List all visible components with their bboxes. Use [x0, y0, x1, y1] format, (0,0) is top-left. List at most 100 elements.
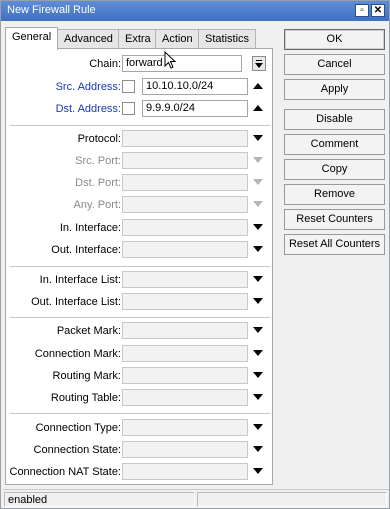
- chevron-down-icon: [253, 157, 263, 163]
- chevron-down-icon[interactable]: [253, 350, 263, 356]
- connection-type-field[interactable]: [122, 419, 248, 436]
- src-address-negate-checkbox[interactable]: [122, 80, 135, 93]
- tab-advanced[interactable]: Advanced: [57, 29, 120, 49]
- connection-type-row: Connection Type:: [6, 417, 274, 439]
- src-port-label: Src. Port:: [75, 155, 121, 167]
- status-state: enabled: [4, 492, 195, 507]
- dst-address-negate-checkbox[interactable]: [122, 102, 135, 115]
- window-title: New Firewall Rule: [7, 4, 96, 16]
- collapse-up-icon[interactable]: [253, 105, 263, 111]
- reset-counters-button[interactable]: Reset Counters: [284, 209, 385, 230]
- remove-button[interactable]: Remove: [284, 184, 385, 205]
- status-bar: enabled: [3, 489, 389, 508]
- reset-all-counters-button[interactable]: Reset All Counters: [284, 234, 385, 255]
- dst-port-row: Dst. Port:: [6, 172, 274, 194]
- chevron-down-icon[interactable]: [253, 298, 263, 304]
- chain-label: Chain:: [89, 58, 121, 70]
- src-address-field[interactable]: 10.10.10.0/24: [142, 78, 248, 95]
- connection-state-label: Connection State:: [33, 444, 121, 456]
- divider: [10, 125, 270, 126]
- tab-extra[interactable]: Extra: [118, 29, 158, 49]
- src-address-row: Src. Address: 10.10.10.0/24: [6, 76, 274, 98]
- routing-mark-row: Routing Mark:: [6, 365, 274, 387]
- connection-nat-state-row: Connection NAT State:: [6, 461, 274, 483]
- chevron-down-icon: [253, 179, 263, 185]
- in-interface-list-row: In. Interface List:: [6, 269, 274, 291]
- connection-mark-row: Connection Mark:: [6, 343, 274, 365]
- copy-button[interactable]: Copy: [284, 159, 385, 180]
- out-interface-list-row: Out. Interface List:: [6, 291, 274, 313]
- dst-address-row: Dst. Address: 9.9.9.0/24: [6, 98, 274, 120]
- dst-address-label: Dst. Address:: [55, 103, 121, 115]
- divider: [10, 413, 270, 414]
- protocol-label: Protocol:: [77, 133, 121, 145]
- title-bar[interactable]: New Firewall Rule ▫ ✕: [1, 1, 389, 21]
- tab-general[interactable]: General: [5, 27, 59, 50]
- ok-button[interactable]: OK: [284, 29, 385, 50]
- routing-table-row: Routing Table:: [6, 387, 274, 409]
- in-interface-list-label: In. Interface List:: [39, 274, 121, 286]
- connection-nat-state-field[interactable]: [122, 463, 248, 480]
- out-interface-list-label: Out. Interface List:: [31, 296, 121, 308]
- chevron-down-icon[interactable]: [253, 372, 263, 378]
- chevron-down-icon[interactable]: [253, 276, 263, 282]
- src-port-row: Src. Port:: [6, 150, 274, 172]
- restore-icon[interactable]: ▫: [355, 4, 369, 17]
- chevron-down-icon: [255, 63, 263, 68]
- in-interface-row: In. Interface:: [6, 217, 274, 239]
- src-port-field: [122, 152, 248, 169]
- apply-button[interactable]: Apply: [284, 79, 385, 100]
- in-interface-list-field[interactable]: [122, 271, 248, 288]
- chevron-down-icon[interactable]: [253, 327, 263, 333]
- out-interface-list-field[interactable]: [122, 293, 248, 310]
- routing-mark-field[interactable]: [122, 367, 248, 384]
- chevron-down-icon[interactable]: [253, 446, 263, 452]
- packet-mark-field[interactable]: [122, 322, 248, 339]
- chain-dropdown-button[interactable]: [252, 56, 266, 71]
- any-port-row: Any. Port:: [6, 194, 274, 216]
- chain-dropdown-bar-icon: [256, 60, 262, 61]
- in-interface-field[interactable]: [122, 219, 248, 236]
- chevron-down-icon[interactable]: [253, 135, 263, 141]
- chevron-down-icon[interactable]: [253, 424, 263, 430]
- chain-row: Chain: forward: [6, 53, 274, 75]
- chevron-down-icon[interactable]: [253, 224, 263, 230]
- any-port-field: [122, 196, 248, 213]
- status-extra: [197, 492, 387, 507]
- out-interface-label: Out. Interface:: [51, 244, 121, 256]
- dst-port-label: Dst. Port:: [75, 177, 121, 189]
- general-panel: Chain: forward Src. Address: 10.10.10.0/…: [5, 48, 273, 485]
- connection-state-row: Connection State:: [6, 439, 274, 461]
- in-interface-label: In. Interface:: [59, 222, 121, 234]
- cancel-button[interactable]: Cancel: [284, 54, 385, 75]
- chevron-down-icon[interactable]: [253, 468, 263, 474]
- tab-action[interactable]: Action: [155, 29, 200, 49]
- divider: [10, 317, 270, 318]
- routing-mark-label: Routing Mark:: [52, 370, 121, 382]
- any-port-label: Any. Port:: [73, 199, 121, 211]
- disable-button[interactable]: Disable: [284, 109, 385, 130]
- connection-mark-label: Connection Mark:: [34, 348, 121, 360]
- tab-statistics[interactable]: Statistics: [198, 29, 257, 49]
- dst-address-field[interactable]: 9.9.9.0/24: [142, 100, 248, 117]
- chevron-down-icon[interactable]: [253, 246, 263, 252]
- routing-table-label: Routing Table:: [50, 392, 121, 404]
- src-address-label: Src. Address:: [55, 81, 121, 93]
- mouse-pointer-icon: [164, 51, 177, 69]
- collapse-up-icon[interactable]: [253, 83, 263, 89]
- out-interface-field[interactable]: [122, 241, 248, 258]
- chain-field[interactable]: forward: [122, 55, 242, 72]
- connection-type-label: Connection Type:: [35, 422, 121, 434]
- comment-button[interactable]: Comment: [284, 134, 385, 155]
- protocol-field[interactable]: [122, 130, 248, 147]
- packet-mark-label: Packet Mark:: [56, 325, 121, 337]
- protocol-row: Protocol:: [6, 128, 274, 150]
- connection-mark-field[interactable]: [122, 345, 248, 362]
- chevron-down-icon[interactable]: [253, 394, 263, 400]
- connection-state-field[interactable]: [122, 441, 248, 458]
- packet-mark-row: Packet Mark:: [6, 320, 274, 342]
- chevron-down-icon: [253, 201, 263, 207]
- routing-table-field[interactable]: [122, 389, 248, 406]
- out-interface-row: Out. Interface:: [6, 239, 274, 261]
- close-icon[interactable]: ✕: [371, 4, 385, 17]
